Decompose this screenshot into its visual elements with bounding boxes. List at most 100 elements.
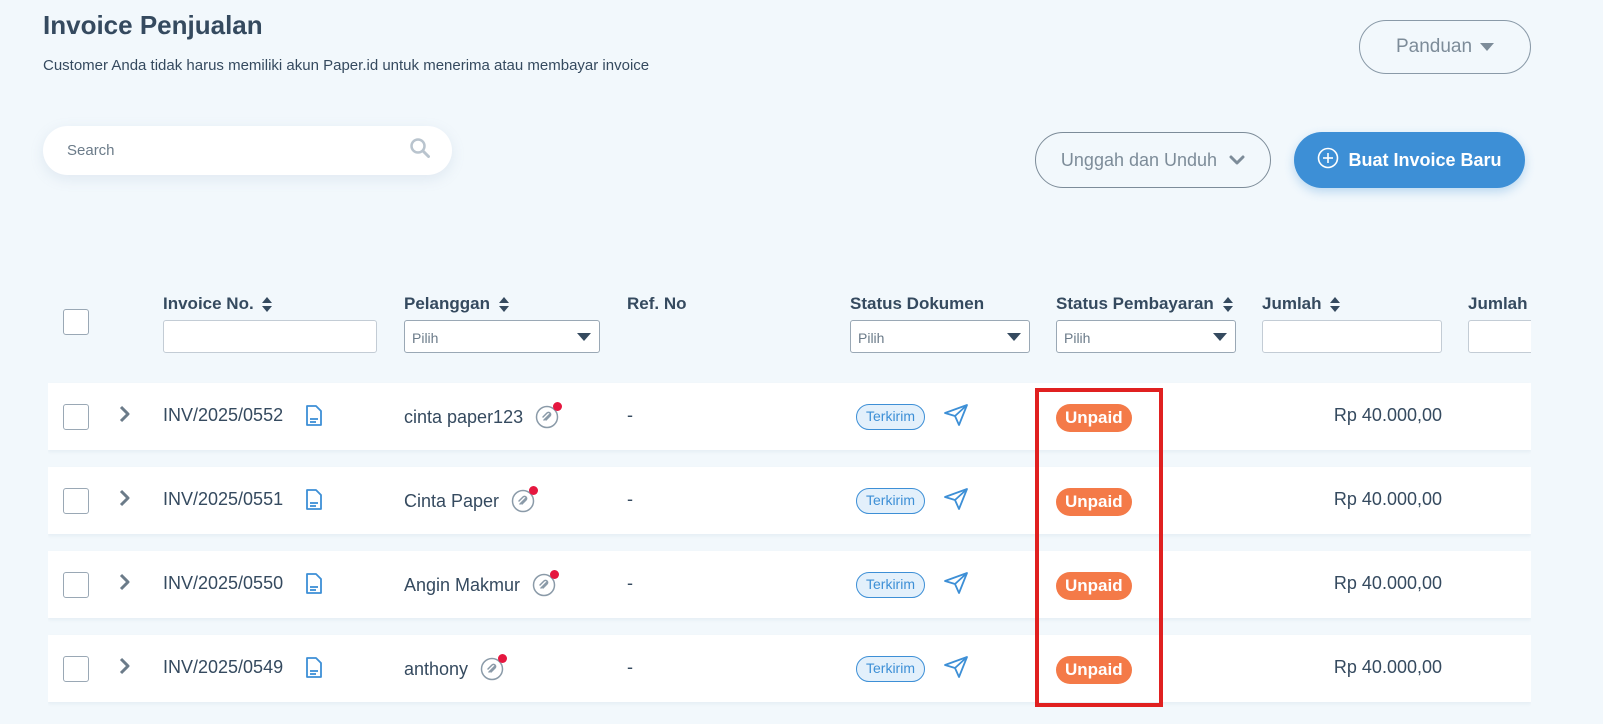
sort-icon[interactable]: [262, 297, 273, 313]
create-invoice-button[interactable]: Buat Invoice Baru: [1294, 132, 1525, 188]
notification-dot: [498, 654, 508, 663]
plus-circle-icon: [1317, 147, 1339, 174]
ref-number: -: [627, 489, 633, 509]
amount: Rp 40.000,00: [1333, 573, 1442, 593]
column-label: Jumlah: [1262, 294, 1322, 313]
notification-dot: [553, 402, 563, 411]
upload-download-label: Unggah dan Unduh: [1060, 149, 1218, 170]
filter-customer-select[interactable]: Pilih: [404, 320, 600, 353]
ref-number: -: [627, 657, 633, 677]
column-header-ref-no: Ref. No: [627, 294, 687, 314]
customer-name: cinta paper123: [404, 406, 524, 427]
chevron-down-icon: [1229, 150, 1245, 171]
ref-number: -: [627, 405, 633, 425]
select-value: Pilih: [858, 330, 885, 346]
column-label: Status Dokumen: [850, 294, 985, 313]
customer-name: Cinta Paper: [404, 490, 500, 511]
document-icon[interactable]: [305, 405, 323, 432]
chevron-right-icon[interactable]: [118, 657, 132, 680]
attachment-icon[interactable]: [535, 402, 563, 429]
column-label: Jumlah T: [1468, 294, 1531, 313]
table-row[interactable]: INV/2025/0551 Cinta Paper - Terkirim Unp…: [48, 467, 1531, 534]
notification-dot: [550, 570, 560, 579]
column-label: Ref. No: [627, 294, 687, 313]
doc-status-badge: Terkirim: [856, 572, 925, 598]
amount: Rp 40.000,00: [1333, 405, 1442, 425]
attachment-icon[interactable]: [532, 570, 560, 597]
page-subtitle: Customer Anda tidak harus memiliki akun …: [43, 57, 650, 74]
search-input[interactable]: [67, 142, 410, 159]
dropdown-arrow-icon: [577, 333, 591, 341]
column-label: Invoice No.: [163, 294, 254, 313]
guide-button[interactable]: Panduan: [1359, 20, 1531, 74]
search-icon[interactable]: [410, 138, 430, 163]
doc-status-badge: Terkirim: [856, 488, 925, 514]
chevron-right-icon[interactable]: [118, 489, 132, 512]
invoice-number[interactable]: INV/2025/0552: [163, 405, 283, 426]
amount: Rp 40.000,00: [1333, 657, 1442, 677]
select-value: Pilih: [1064, 330, 1091, 346]
document-icon[interactable]: [305, 489, 323, 516]
column-header-doc-status: Status Dokumen: [850, 294, 984, 314]
column-label: Status Pembayaran: [1056, 294, 1214, 313]
attachment-icon[interactable]: [511, 486, 539, 513]
search-box: [43, 126, 452, 175]
send-icon[interactable]: [943, 403, 969, 432]
notification-dot: [529, 486, 539, 495]
ref-number: -: [627, 573, 633, 593]
payment-status-highlight: [1035, 388, 1163, 707]
column-header-amount-partial: Jumlah T: [1468, 294, 1531, 314]
doc-status-badge: Terkirim: [856, 656, 925, 682]
send-icon[interactable]: [943, 571, 969, 600]
sort-icon[interactable]: [498, 297, 509, 313]
invoice-number[interactable]: INV/2025/0549: [163, 657, 283, 678]
dropdown-arrow-icon: [1213, 333, 1227, 341]
filter-invoice-no-input[interactable]: [163, 320, 377, 353]
table-row[interactable]: INV/2025/0550 Angin Makmur - Terkirim Un…: [48, 551, 1531, 618]
invoice-page: Invoice Penjualan Customer Anda tidak ha…: [0, 0, 1603, 724]
customer-cell: Cinta Paper: [404, 486, 539, 513]
guide-button-label: Panduan: [1395, 36, 1473, 57]
sort-icon[interactable]: [1222, 297, 1233, 313]
document-icon[interactable]: [305, 573, 323, 600]
doc-status-badge: Terkirim: [856, 404, 925, 430]
select-all-checkbox[interactable]: [63, 309, 89, 335]
column-header-pay-status[interactable]: Status Pembayaran: [1056, 294, 1233, 314]
send-icon[interactable]: [943, 655, 969, 684]
filter-amount-input[interactable]: [1262, 320, 1442, 353]
table-row[interactable]: INV/2025/0549 anthony - Terkirim Unpaid …: [48, 635, 1531, 702]
chevron-right-icon[interactable]: [118, 573, 132, 596]
upload-download-button[interactable]: Unggah dan Unduh: [1035, 132, 1271, 188]
customer-name: Angin Makmur: [404, 574, 521, 595]
amount: Rp 40.000,00: [1333, 489, 1442, 509]
row-checkbox[interactable]: [63, 404, 89, 430]
column-header-amount[interactable]: Jumlah: [1262, 294, 1341, 314]
invoice-number[interactable]: INV/2025/0551: [163, 489, 283, 510]
column-header-customer[interactable]: Pelanggan: [404, 294, 509, 314]
send-icon[interactable]: [943, 487, 969, 516]
column-header-invoice-no[interactable]: Invoice No.: [163, 294, 273, 314]
filter-amount-partial-input[interactable]: [1468, 320, 1531, 353]
row-checkbox[interactable]: [63, 656, 89, 682]
row-checkbox[interactable]: [63, 572, 89, 598]
chevron-right-icon[interactable]: [118, 405, 132, 428]
dropdown-arrow-icon: [1007, 333, 1021, 341]
customer-cell: anthony: [404, 654, 508, 681]
select-value: Pilih: [412, 330, 439, 346]
customer-name: anthony: [404, 658, 469, 679]
caret-down-icon: [1480, 43, 1495, 51]
create-invoice-label: Buat Invoice Baru: [1348, 149, 1502, 170]
invoice-number[interactable]: INV/2025/0550: [163, 573, 283, 594]
document-icon[interactable]: [305, 657, 323, 684]
invoice-table: Invoice No. Pelanggan Pilih Ref. No Stat…: [48, 280, 1531, 724]
sort-icon[interactable]: [1330, 297, 1341, 313]
attachment-icon[interactable]: [480, 654, 508, 681]
table-row[interactable]: INV/2025/0552 cinta paper123 - Terkirim …: [48, 383, 1531, 450]
customer-cell: cinta paper123: [404, 402, 563, 429]
customer-cell: Angin Makmur: [404, 570, 560, 597]
filter-doc-status-select[interactable]: Pilih: [850, 320, 1030, 353]
column-label: Pelanggan: [404, 294, 490, 313]
row-checkbox[interactable]: [63, 488, 89, 514]
page-title: Invoice Penjualan: [43, 10, 263, 40]
filter-pay-status-select[interactable]: Pilih: [1056, 320, 1236, 353]
